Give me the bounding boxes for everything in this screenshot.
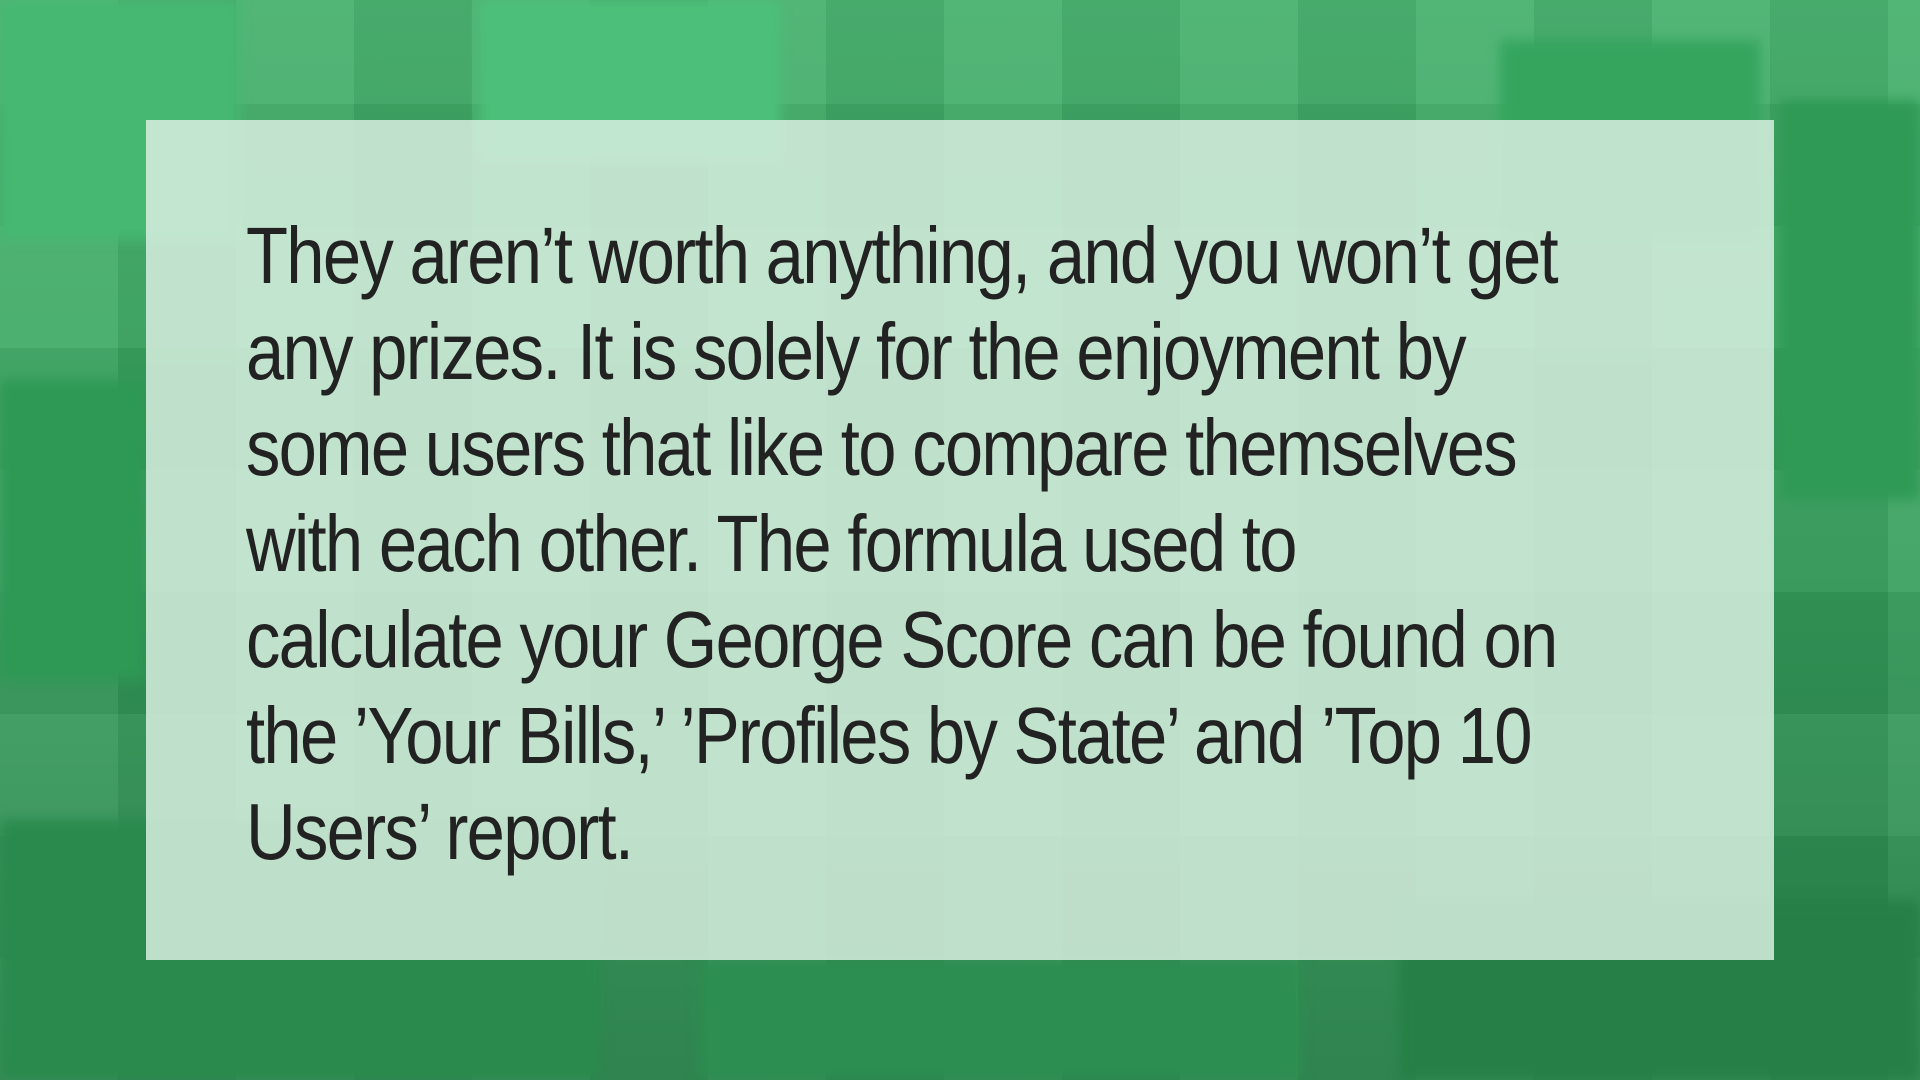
card-line-5: calculate your George Score can be found… xyxy=(246,595,1558,684)
card-line-6: the ’Your Bills,’ ’Profiles by State’ an… xyxy=(246,691,1533,780)
card-line-3: some users that like to compare themselv… xyxy=(246,403,1518,492)
background-tile xyxy=(0,380,146,680)
background-tile xyxy=(700,960,1300,1080)
text-card: They aren’t worth anything, and you won’… xyxy=(146,120,1774,960)
background-tile xyxy=(1780,100,1920,500)
card-line-1: They aren’t worth anything, and you won’… xyxy=(246,211,1559,300)
card-line-4: with each other. The formula used to xyxy=(246,499,1297,588)
card-line-2: any prizes. It is solely for the enjoyme… xyxy=(246,307,1467,396)
card-line-7: Users’ report. xyxy=(246,787,634,876)
card-paragraph: They aren’t worth anything, and you won’… xyxy=(246,208,1674,880)
